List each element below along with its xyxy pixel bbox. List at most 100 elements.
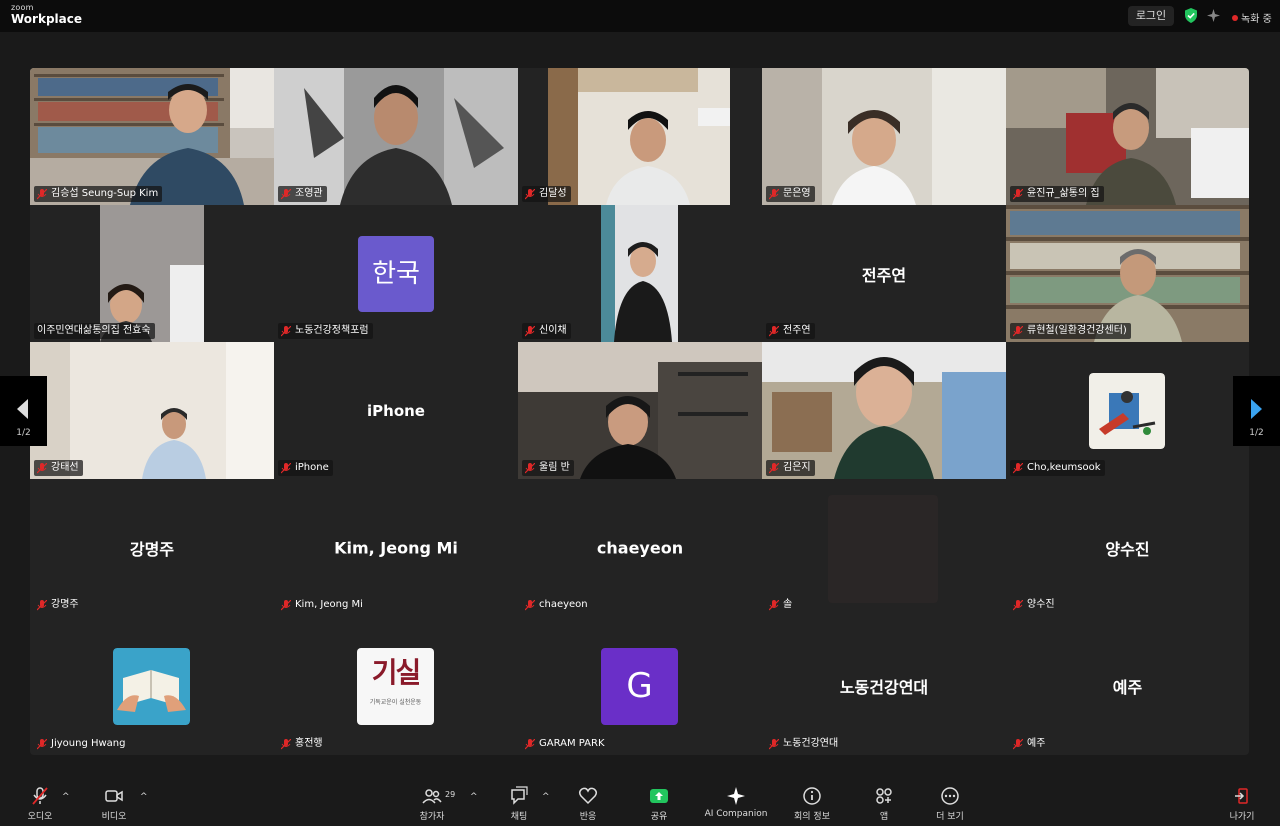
- mic-muted-icon: [769, 599, 779, 610]
- participant-video: [274, 68, 518, 205]
- participant-name: 홍전행: [295, 738, 323, 749]
- video-label: 비디오: [101, 812, 127, 822]
- mic-muted-icon: [1013, 325, 1023, 336]
- participant-tile[interactable]: 강태선: [30, 342, 274, 479]
- participant-tile[interactable]: 신이채: [518, 205, 762, 342]
- participant-video: [30, 342, 274, 479]
- login-button[interactable]: 로그인: [1128, 6, 1174, 26]
- video-button[interactable]: 비디오: [84, 786, 144, 822]
- participant-name: Jiyoung Hwang: [51, 738, 126, 749]
- chat-options-caret[interactable]: ^: [542, 792, 551, 802]
- more-button[interactable]: 더 보기: [920, 786, 980, 822]
- participant-display-name: Kim, Jeong Mi: [334, 538, 458, 557]
- sparkle-icon[interactable]: [1206, 8, 1221, 23]
- participant-name: GARAM PARK: [539, 738, 605, 749]
- participant-tile[interactable]: 김은지: [762, 342, 1006, 479]
- participant-display-name: 양수진: [1105, 539, 1150, 559]
- participant-name: 이주민연대삶통의집 전효숙: [37, 325, 151, 336]
- participant-tile[interactable]: 한국 노동건강정책포럼: [274, 205, 518, 342]
- more-options-icon: [941, 787, 959, 805]
- participant-avatar: [828, 495, 938, 603]
- participant-name: Cho,keumsook: [1027, 462, 1101, 473]
- participant-tile[interactable]: Kim, Jeong Mi Kim, Jeong Mi: [274, 479, 518, 616]
- participant-tile[interactable]: 양수진 양수진: [1006, 479, 1249, 616]
- participant-tile[interactable]: 이주민연대삶통의집 전효숙: [30, 205, 274, 342]
- participant-avatar: 한국: [358, 236, 434, 312]
- mic-muted-icon: [281, 599, 291, 610]
- next-page-button[interactable]: 1/2: [1233, 376, 1280, 446]
- participant-video: [518, 342, 762, 479]
- participant-tile[interactable]: 예주 예주: [1006, 616, 1249, 755]
- meeting-toolbar: 오디오 ^ 비디오 ^ 참가자 29 ^ 채팅 ^ 반응 공유 AI Compa…: [0, 774, 1280, 826]
- participant-tile[interactable]: 울림 반: [518, 342, 762, 479]
- share-screen-icon: [650, 789, 668, 803]
- participant-tile[interactable]: 기실 기독교운이 실천운동 홍전행: [274, 616, 518, 755]
- participant-tile[interactable]: Jiyoung Hwang: [30, 616, 274, 755]
- logo-text: 기실: [371, 656, 422, 689]
- meeting-info-button[interactable]: 회의 정보: [782, 786, 842, 822]
- participant-name-label: 예주: [1010, 736, 1049, 752]
- participant-tile[interactable]: Cho,keumsook: [1006, 342, 1249, 479]
- previous-page-button[interactable]: 1/2: [0, 376, 47, 446]
- zoom-logo: zoom Workplace: [11, 4, 82, 26]
- participant-video: [30, 68, 274, 205]
- participants-options-caret[interactable]: ^: [470, 792, 479, 802]
- participant-name-label: 강태선: [34, 460, 83, 476]
- participant-avatar-image: [113, 648, 190, 725]
- participant-tile[interactable]: iPhone iPhone: [274, 342, 518, 479]
- participant-tile[interactable]: 전주연 전주연: [762, 205, 1006, 342]
- participant-video: [518, 68, 762, 205]
- audio-label: 오디오: [27, 812, 53, 822]
- participant-display-name: iPhone: [367, 401, 425, 420]
- chat-label: 채팅: [510, 812, 528, 822]
- participant-tile[interactable]: 류현철(일환경건강센터): [1006, 205, 1249, 342]
- participant-tile[interactable]: 김달성: [518, 68, 762, 205]
- participant-name-label: 김은지: [766, 460, 815, 476]
- mic-muted-icon: [769, 325, 779, 336]
- participant-tile-active-speaker[interactable]: 문은영: [762, 68, 1006, 205]
- leave-button[interactable]: 나가기: [1212, 786, 1272, 822]
- participant-name-label: chaeyeon: [522, 597, 592, 613]
- reactions-button[interactable]: 반응: [558, 786, 618, 822]
- participant-name: 울림 반: [539, 462, 570, 473]
- participant-tile[interactable]: 김승섭 Seung-Sup Kim: [30, 68, 274, 205]
- mic-muted-icon: [769, 188, 779, 199]
- participant-name: iPhone: [295, 462, 329, 473]
- ai-companion-button[interactable]: AI Companion: [700, 786, 772, 819]
- shield-icon[interactable]: [1184, 8, 1198, 23]
- share-button[interactable]: 공유: [629, 786, 689, 822]
- participant-name-label: 울림 반: [522, 460, 574, 476]
- mic-muted-icon: [525, 738, 535, 749]
- participant-name-label: 신이채: [522, 323, 571, 339]
- participant-tile[interactable]: 강명주 강명주: [30, 479, 274, 616]
- participant-tile[interactable]: 솔: [762, 479, 1006, 616]
- participant-display-name: 예주: [1112, 677, 1143, 697]
- mic-muted-icon: [37, 738, 47, 749]
- video-options-caret[interactable]: ^: [140, 792, 149, 802]
- heart-icon: [578, 787, 598, 805]
- participant-tile[interactable]: chaeyeon chaeyeon: [518, 479, 762, 616]
- reactions-label: 반응: [579, 812, 597, 822]
- apps-button[interactable]: 앱: [854, 786, 914, 822]
- recording-indicator[interactable]: 녹화 중: [1232, 10, 1272, 25]
- leave-icon: [1235, 788, 1248, 804]
- audio-options-caret[interactable]: ^: [62, 792, 71, 802]
- participant-video: [30, 205, 274, 342]
- participant-name: 전주연: [783, 325, 811, 336]
- audio-button[interactable]: 오디오: [10, 786, 70, 822]
- participant-name: 김승섭 Seung-Sup Kim: [51, 188, 159, 199]
- mic-muted-icon: [37, 188, 47, 199]
- participant-tile[interactable]: G GARAM PARK: [518, 616, 762, 755]
- video-gallery: 김승섭 Seung-Sup Kim 조영관 김달성 문은영 윤진규_삶통의 집 …: [30, 68, 1249, 755]
- participant-video: [518, 205, 762, 342]
- participant-tile[interactable]: 윤진규_삶통의 집: [1006, 68, 1249, 205]
- mic-muted-icon: [1013, 188, 1023, 199]
- participant-tile[interactable]: 노동건강연대 노동건강연대: [762, 616, 1006, 755]
- participant-name: 강태선: [51, 462, 79, 473]
- participant-name-label: 이주민연대삶통의집 전효숙: [34, 323, 155, 339]
- mic-muted-icon: [281, 188, 291, 199]
- participant-tile[interactable]: 조영관: [274, 68, 518, 205]
- chat-button[interactable]: 채팅: [489, 786, 549, 822]
- apps-label: 앱: [879, 812, 889, 822]
- more-label: 더 보기: [936, 812, 964, 822]
